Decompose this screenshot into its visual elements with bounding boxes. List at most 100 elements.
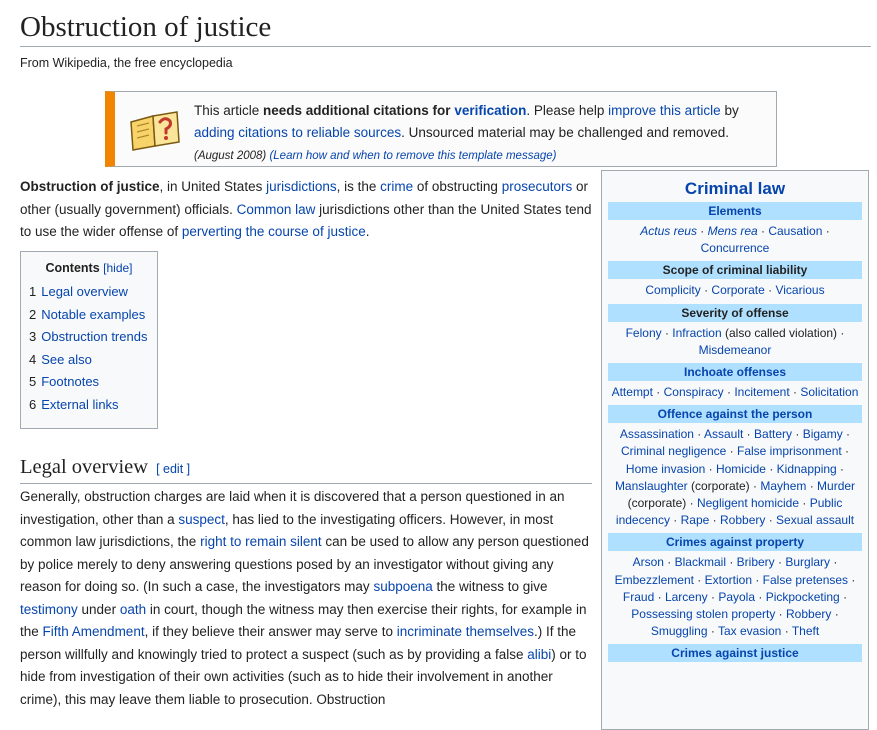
sidebar-link[interactable]: False imprisonment	[737, 444, 842, 458]
jurisdictions-link[interactable]: jurisdictions	[266, 179, 337, 194]
toc-item[interactable]: 3 Obstruction trends	[29, 326, 149, 349]
sidebar-link[interactable]: False pretenses	[763, 573, 848, 587]
perverting-justice-link[interactable]: perverting the course of justice	[182, 224, 366, 239]
sidebar-link[interactable]: Smuggling	[651, 624, 708, 638]
improve-article-link[interactable]: improve this article	[608, 103, 721, 118]
sidebar-link[interactable]: Infraction	[672, 326, 721, 340]
sidebar-link[interactable]: Homicide	[716, 462, 766, 476]
toc-item-number: 2	[29, 306, 37, 322]
notice-text-part: . Unsourced material may be challenged a…	[401, 125, 730, 140]
sidebar-link[interactable]: Complicity	[645, 283, 700, 297]
refimprove-notice: This article needs additional citations …	[105, 91, 777, 167]
sidebar-link[interactable]: Possessing stolen property	[631, 607, 775, 621]
sidebar-link[interactable]: Assault	[704, 427, 743, 441]
inline-link[interactable]: Fifth Amendment	[43, 624, 145, 639]
sidebar-link[interactable]: Bribery	[737, 555, 775, 569]
book-question-icon	[130, 111, 180, 151]
sidebar-link[interactable]: Extortion	[705, 573, 752, 587]
sidebar-group-list: Assassination · Assault · Battery · Biga…	[614, 427, 856, 528]
page-title: Obstruction of justice	[20, 8, 871, 47]
toc-item-link[interactable]: Obstruction trends	[41, 329, 147, 344]
lead-bold-term: Obstruction of justice	[20, 179, 160, 194]
sidebar-link[interactable]: Sexual assault	[776, 513, 854, 527]
learn-remove-link[interactable]: (Learn how and when to remove this templ…	[269, 150, 556, 162]
sidebar-title[interactable]: Criminal law	[602, 178, 868, 200]
sidebar-link[interactable]: Home invasion	[626, 462, 705, 476]
sidebar-link[interactable]: Pickpocketing	[766, 590, 840, 604]
toc-item[interactable]: 2 Notable examples	[29, 304, 149, 327]
toc-item-number: 6	[29, 396, 37, 412]
inline-link[interactable]: right to remain silent	[200, 534, 322, 549]
sidebar-link[interactable]: Embezzlement	[615, 573, 694, 587]
toc-item[interactable]: 1 Legal overview	[29, 281, 149, 304]
sidebar-link[interactable]: Assassination	[620, 427, 694, 441]
sidebar-link[interactable]: Actus reus	[640, 224, 697, 238]
toc-item-number: 5	[29, 374, 37, 390]
sidebar-link[interactable]: Vicarious	[775, 283, 824, 297]
crime-link[interactable]: crime	[380, 179, 413, 194]
toc-item[interactable]: 6 External links	[29, 394, 149, 417]
sidebar-link[interactable]: Criminal negligence	[621, 444, 726, 458]
inline-link[interactable]: testimony	[20, 602, 78, 617]
toc-item[interactable]: 4 See also	[29, 349, 149, 372]
notice-date: (August 2008)	[194, 150, 267, 162]
toc-item-link[interactable]: External links	[41, 397, 118, 412]
sidebar-link[interactable]: Larceny	[665, 590, 708, 604]
sidebar-link[interactable]: Payola	[718, 590, 755, 604]
sidebar-link[interactable]: Manslaughter	[615, 479, 688, 493]
inline-link[interactable]: oath	[120, 602, 146, 617]
sidebar-link[interactable]: Bigamy	[803, 427, 843, 441]
prosecutors-link[interactable]: prosecutors	[502, 179, 573, 194]
sidebar-link[interactable]: Concurrence	[701, 241, 770, 255]
sidebar-link[interactable]: Conspiracy	[664, 385, 724, 399]
sidebar-link[interactable]: Misdemeanor	[699, 343, 772, 357]
sidebar-link[interactable]: Robbery	[786, 607, 831, 621]
sidebar-group-heading[interactable]: Crimes against property	[608, 533, 862, 552]
sidebar-link[interactable]: Incitement	[734, 385, 789, 399]
sidebar-link[interactable]: Robbery	[720, 513, 765, 527]
sidebar-link[interactable]: Battery	[754, 427, 792, 441]
common-law-link[interactable]: Common law	[237, 202, 316, 217]
verification-link[interactable]: verification	[454, 103, 526, 118]
toc-item-link[interactable]: See also	[41, 352, 92, 367]
sidebar-link[interactable]: Mens rea	[708, 224, 758, 238]
inline-link[interactable]: incriminate themselves	[397, 624, 534, 639]
sidebar-link[interactable]: Kidnapping	[777, 462, 837, 476]
toc-item[interactable]: 5 Footnotes	[29, 371, 149, 394]
sidebar-link[interactable]: Burglary	[785, 555, 830, 569]
toc-hide-toggle[interactable]: [hide]	[103, 261, 132, 275]
sidebar-group-heading: Scope of criminal liability	[608, 261, 862, 280]
sidebar-group-heading[interactable]: Offence against the person	[608, 405, 862, 424]
toc-item-number: 4	[29, 351, 37, 367]
sidebar-link[interactable]: Theft	[792, 624, 819, 638]
sidebar-link[interactable]: Causation	[768, 224, 822, 238]
sidebar-link[interactable]: Solicitation	[800, 385, 858, 399]
sidebar-link[interactable]: Felony	[626, 326, 662, 340]
toc-item-number: 1	[29, 284, 37, 299]
sidebar-group-heading[interactable]: Elements	[608, 202, 862, 220]
sidebar-link[interactable]: Attempt	[612, 385, 653, 399]
sidebar-link[interactable]: Corporate	[711, 283, 764, 297]
sidebar-link[interactable]: Murder	[817, 479, 855, 493]
sidebar-group-heading[interactable]: Crimes against justice	[608, 644, 862, 663]
sidebar-link[interactable]: Rape	[681, 513, 710, 527]
section-edit-link[interactable]: [ edit ]	[156, 462, 190, 476]
sidebar-group-heading[interactable]: Inchoate offenses	[608, 363, 862, 382]
criminal-law-sidebar: Criminal law Elements Actus reus · Mens r…	[601, 170, 869, 730]
sidebar-link[interactable]: Arson	[633, 555, 664, 569]
sidebar-group-list: Complicity · Corporate · Vicarious	[645, 283, 825, 298]
sidebar-link[interactable]: Tax evasion	[718, 624, 781, 638]
toc-item-link[interactable]: Notable examples	[41, 307, 145, 322]
toc-item-link[interactable]: Legal overview	[41, 284, 128, 299]
sidebar-link[interactable]: Mayhem	[760, 479, 806, 493]
inline-link[interactable]: alibi	[527, 647, 551, 662]
sidebar-link[interactable]: Fraud	[623, 590, 654, 604]
sidebar-link[interactable]: Blackmail	[675, 555, 726, 569]
inline-link[interactable]: suspect	[178, 512, 225, 527]
sidebar-group-list: Felony · Infraction (also called violati…	[625, 325, 845, 357]
inline-link[interactable]: subpoena	[373, 579, 432, 594]
toc-item-link[interactable]: Footnotes	[41, 374, 99, 389]
adding-citations-link[interactable]: adding citations to reliable sources	[194, 125, 401, 140]
sidebar-link[interactable]: Negligent homicide	[697, 496, 799, 510]
notice-text-part: . Please help	[526, 103, 609, 118]
